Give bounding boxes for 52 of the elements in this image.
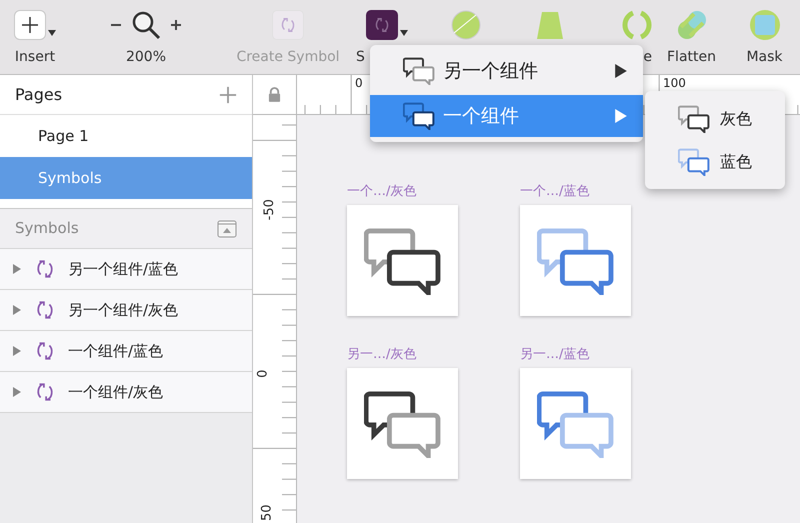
submenu-arrow-icon [615, 109, 627, 123]
panel-title: Pages [15, 84, 62, 106]
toolbar-button[interactable] [14, 8, 56, 42]
toolbar-button[interactable] [366, 8, 408, 42]
chat-bubbles-icon [403, 102, 435, 130]
ruler-label: 0 [254, 370, 272, 378]
layer-row[interactable]: 另一个组件/灰色 [0, 290, 252, 331]
toolbar-label: 200% [126, 48, 166, 67]
caret-icon [400, 30, 408, 36]
caret-icon [48, 30, 56, 36]
layer-label: 一个组件/蓝色 [68, 340, 164, 362]
caret-right-icon[interactable] [12, 387, 22, 397]
menu-item[interactable]: 灰色 [645, 97, 785, 140]
layer-label: 另一个组件/蓝色 [68, 258, 178, 280]
rotate-icon [620, 9, 654, 41]
toolbar-label: e [643, 48, 653, 67]
layer-row[interactable]: 另一个组件/蓝色 [0, 249, 252, 290]
symbol-icon [366, 10, 398, 40]
collapse-icon[interactable] [217, 220, 237, 238]
caret-right-icon[interactable] [12, 264, 22, 274]
caret-right-icon[interactable] [12, 346, 22, 356]
plus-icon [14, 10, 46, 40]
panel-title: Symbols [15, 218, 79, 240]
layer-row[interactable]: 一个组件/灰色 [0, 372, 252, 413]
symbol-icon [272, 10, 304, 40]
layer-label: 另一个组件/灰色 [68, 300, 178, 321]
toolbar-label: Insert [14, 48, 56, 67]
artboard[interactable] [347, 368, 458, 479]
menu-item[interactable]: 另一个组件 [370, 50, 643, 92]
layer-row[interactable]: 一个组件/蓝色 [0, 331, 252, 372]
search-icon [131, 10, 161, 40]
menu-item[interactable]: 蓝色 [645, 140, 785, 183]
toolbar-label: Create Symbol [236, 48, 340, 67]
ruler-label: 100 [663, 77, 686, 90]
caret-right-icon[interactable] [12, 305, 22, 315]
mask-icon [748, 9, 782, 41]
plus-icon[interactable] [219, 86, 237, 104]
lock-icon[interactable] [268, 87, 281, 102]
circle-icon [450, 9, 482, 41]
submenu-arrow-icon [615, 64, 627, 78]
layer-label: 一个组件/灰色 [68, 382, 164, 403]
chat-bubbles-icon [403, 57, 435, 85]
flatten-icon [676, 9, 708, 41]
toolbar-label: Mask [746, 48, 783, 67]
ruler-label: -50 [260, 199, 278, 220]
ruler-label: 0 [355, 77, 363, 90]
page-item[interactable]: Page 1 [0, 115, 252, 157]
artboard[interactable] [347, 205, 458, 316]
ruler-label: 50 [258, 504, 276, 522]
plus-icon [171, 20, 181, 30]
toolbar-label: S [356, 48, 365, 67]
toolbar-label: Flatten [667, 48, 716, 67]
